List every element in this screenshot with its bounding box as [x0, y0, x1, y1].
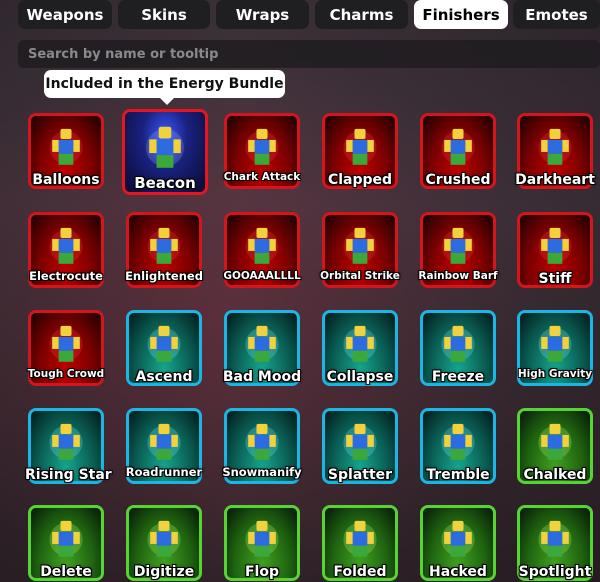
finisher-name: Darkheart [515, 172, 595, 188]
finisher-card-beacon[interactable]: Beacon [122, 109, 208, 195]
finisher-name: Beacon [134, 174, 196, 192]
finisher-card-splatter[interactable]: Splatter [322, 408, 398, 484]
finisher-card-chalked[interactable]: Chalked [517, 408, 593, 484]
finisher-card-rainbow-barf[interactable]: Rainbow Barf [418, 212, 498, 288]
finisher-name: Electrocute [29, 269, 103, 283]
finisher-card-orbital-strike[interactable]: Orbital Strike [320, 212, 400, 288]
finisher-card-gooaaallll[interactable]: GOOAAALLLL [223, 212, 301, 288]
finisher-name: Flop [244, 564, 279, 580]
finisher-name: GOOAAALLLL [223, 270, 301, 282]
finisher-card-roadrunner[interactable]: Roadrunner [126, 408, 202, 484]
finisher-name: Spotlight [518, 564, 592, 580]
finisher-card-tough-crowd[interactable]: Tough Crowd [28, 310, 104, 386]
finisher-name: Rising Star [25, 467, 112, 483]
tooltip-text: Included in the Energy Bundle [45, 76, 284, 92]
tab-wraps[interactable]: Wraps [216, 0, 309, 29]
finisher-name: Delete [40, 564, 92, 580]
finisher-name: Enlightened [125, 269, 203, 283]
finisher-name: Tough Crowd [27, 368, 105, 380]
finisher-name: Freeze [431, 369, 485, 385]
tab-skins[interactable]: Skins [118, 0, 210, 29]
finisher-card-ascend[interactable]: Ascend [126, 310, 202, 386]
finisher-card-flop[interactable]: Flop [224, 505, 300, 581]
finisher-name: Folded [333, 564, 387, 580]
finisher-card-freeze[interactable]: Freeze [420, 310, 496, 386]
finisher-card-bad-mood[interactable]: Bad Mood [222, 310, 302, 386]
tab-finishers[interactable]: Finishers [414, 0, 508, 29]
finisher-card-delete[interactable]: Delete [28, 505, 104, 581]
finisher-name: Hacked [429, 564, 487, 580]
finisher-name: Balloons [32, 172, 100, 188]
finisher-name: Orbital Strike [320, 270, 400, 282]
finisher-name: Splatter [327, 467, 393, 483]
finisher-name: Crushed [425, 172, 491, 188]
finisher-name: Bad Mood [222, 369, 302, 385]
finisher-name: Rainbow Barf [418, 270, 498, 282]
finisher-name: Ascend [135, 369, 193, 385]
category-tabs: Weapons Skins Wraps Charms Finishers Emo… [0, 0, 600, 30]
tooltip: Included in the Energy Bundle [44, 70, 285, 105]
finisher-card-electrocute[interactable]: Electrocute [28, 212, 104, 288]
finisher-card-rising-star[interactable]: Rising Star [25, 408, 112, 484]
finisher-card-snowmanify[interactable]: Snowmanify [222, 408, 302, 484]
finisher-name: Snowmanify [222, 465, 302, 479]
tab-emotes[interactable]: Emotes [513, 0, 600, 29]
finisher-card-chark-attack[interactable]: Chark Attack [224, 113, 300, 189]
finisher-card-spotlight[interactable]: Spotlight [517, 505, 593, 581]
finisher-name: Chark Attack [223, 171, 301, 183]
finisher-card-collapse[interactable]: Collapse [322, 310, 398, 386]
finisher-card-balloons[interactable]: Balloons [28, 113, 104, 189]
finisher-name: High Gravity [517, 368, 593, 380]
finisher-name: Tremble [426, 467, 490, 483]
tab-charms[interactable]: Charms [315, 0, 408, 29]
finisher-card-high-gravity[interactable]: High Gravity [517, 310, 593, 386]
finisher-name: Clapped [327, 172, 393, 188]
finisher-card-darkheart[interactable]: Darkheart [515, 113, 595, 189]
finisher-card-crushed[interactable]: Crushed [420, 113, 496, 189]
finisher-name: Chalked [523, 467, 587, 483]
finisher-name: Roadrunner [125, 465, 203, 479]
finisher-card-hacked[interactable]: Hacked [420, 505, 496, 581]
finisher-card-enlightened[interactable]: Enlightened [125, 212, 203, 288]
finisher-card-clapped[interactable]: Clapped [322, 113, 398, 189]
finisher-name: Collapse [326, 369, 394, 385]
finisher-card-digitize[interactable]: Digitize [126, 505, 202, 581]
finisher-card-stiff[interactable]: Stiff [517, 212, 593, 288]
tab-weapons[interactable]: Weapons [18, 0, 112, 29]
finisher-name: Digitize [133, 564, 195, 580]
finisher-card-folded[interactable]: Folded [322, 505, 398, 581]
search-input[interactable] [26, 45, 600, 63]
finisher-name: Stiff [538, 271, 572, 287]
search-bar [18, 40, 600, 68]
finisher-card-tremble[interactable]: Tremble [420, 408, 496, 484]
